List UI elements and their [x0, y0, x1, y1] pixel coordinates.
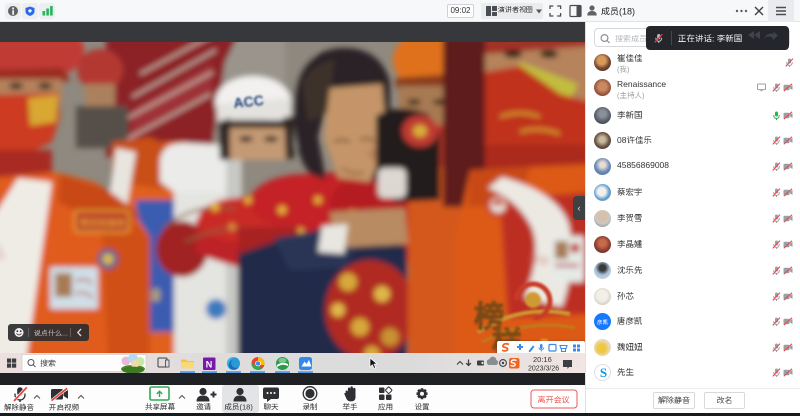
svg-text:成员(18): 成员(18): [225, 403, 254, 412]
svg-text:开启视频: 开启视频: [49, 403, 79, 412]
svg-text:聊天: 聊天: [264, 403, 279, 412]
svg-text:2023/3/26: 2023/3/26: [528, 366, 559, 373]
svg-text:党员先锋岗: 党员先锋岗: [80, 218, 125, 228]
svg-text:设置: 设置: [415, 403, 430, 412]
svg-text:正在讲话: 李新国: 正在讲话: 李新国: [678, 34, 742, 44]
svg-text:邀请: 邀请: [196, 403, 211, 412]
svg-text:成员(18): 成员(18): [601, 7, 635, 17]
svg-text:解除静音: 解除静音: [4, 403, 34, 412]
svg-text:N: N: [206, 359, 213, 369]
svg-text:离开会议: 离开会议: [538, 396, 570, 405]
svg-text:应用: 应用: [378, 403, 393, 412]
svg-text:录制: 录制: [303, 403, 318, 412]
svg-text:说点什么...: 说点什么...: [34, 329, 68, 338]
svg-text:举手: 举手: [343, 403, 358, 412]
svg-text:20:16: 20:16: [533, 355, 552, 364]
svg-text:ACC: ACC: [233, 92, 265, 111]
svg-text:搜索成员: 搜索成员: [615, 34, 647, 44]
svg-text:搜索: 搜索: [40, 358, 56, 368]
svg-text:共享屏幕: 共享屏幕: [145, 403, 175, 412]
